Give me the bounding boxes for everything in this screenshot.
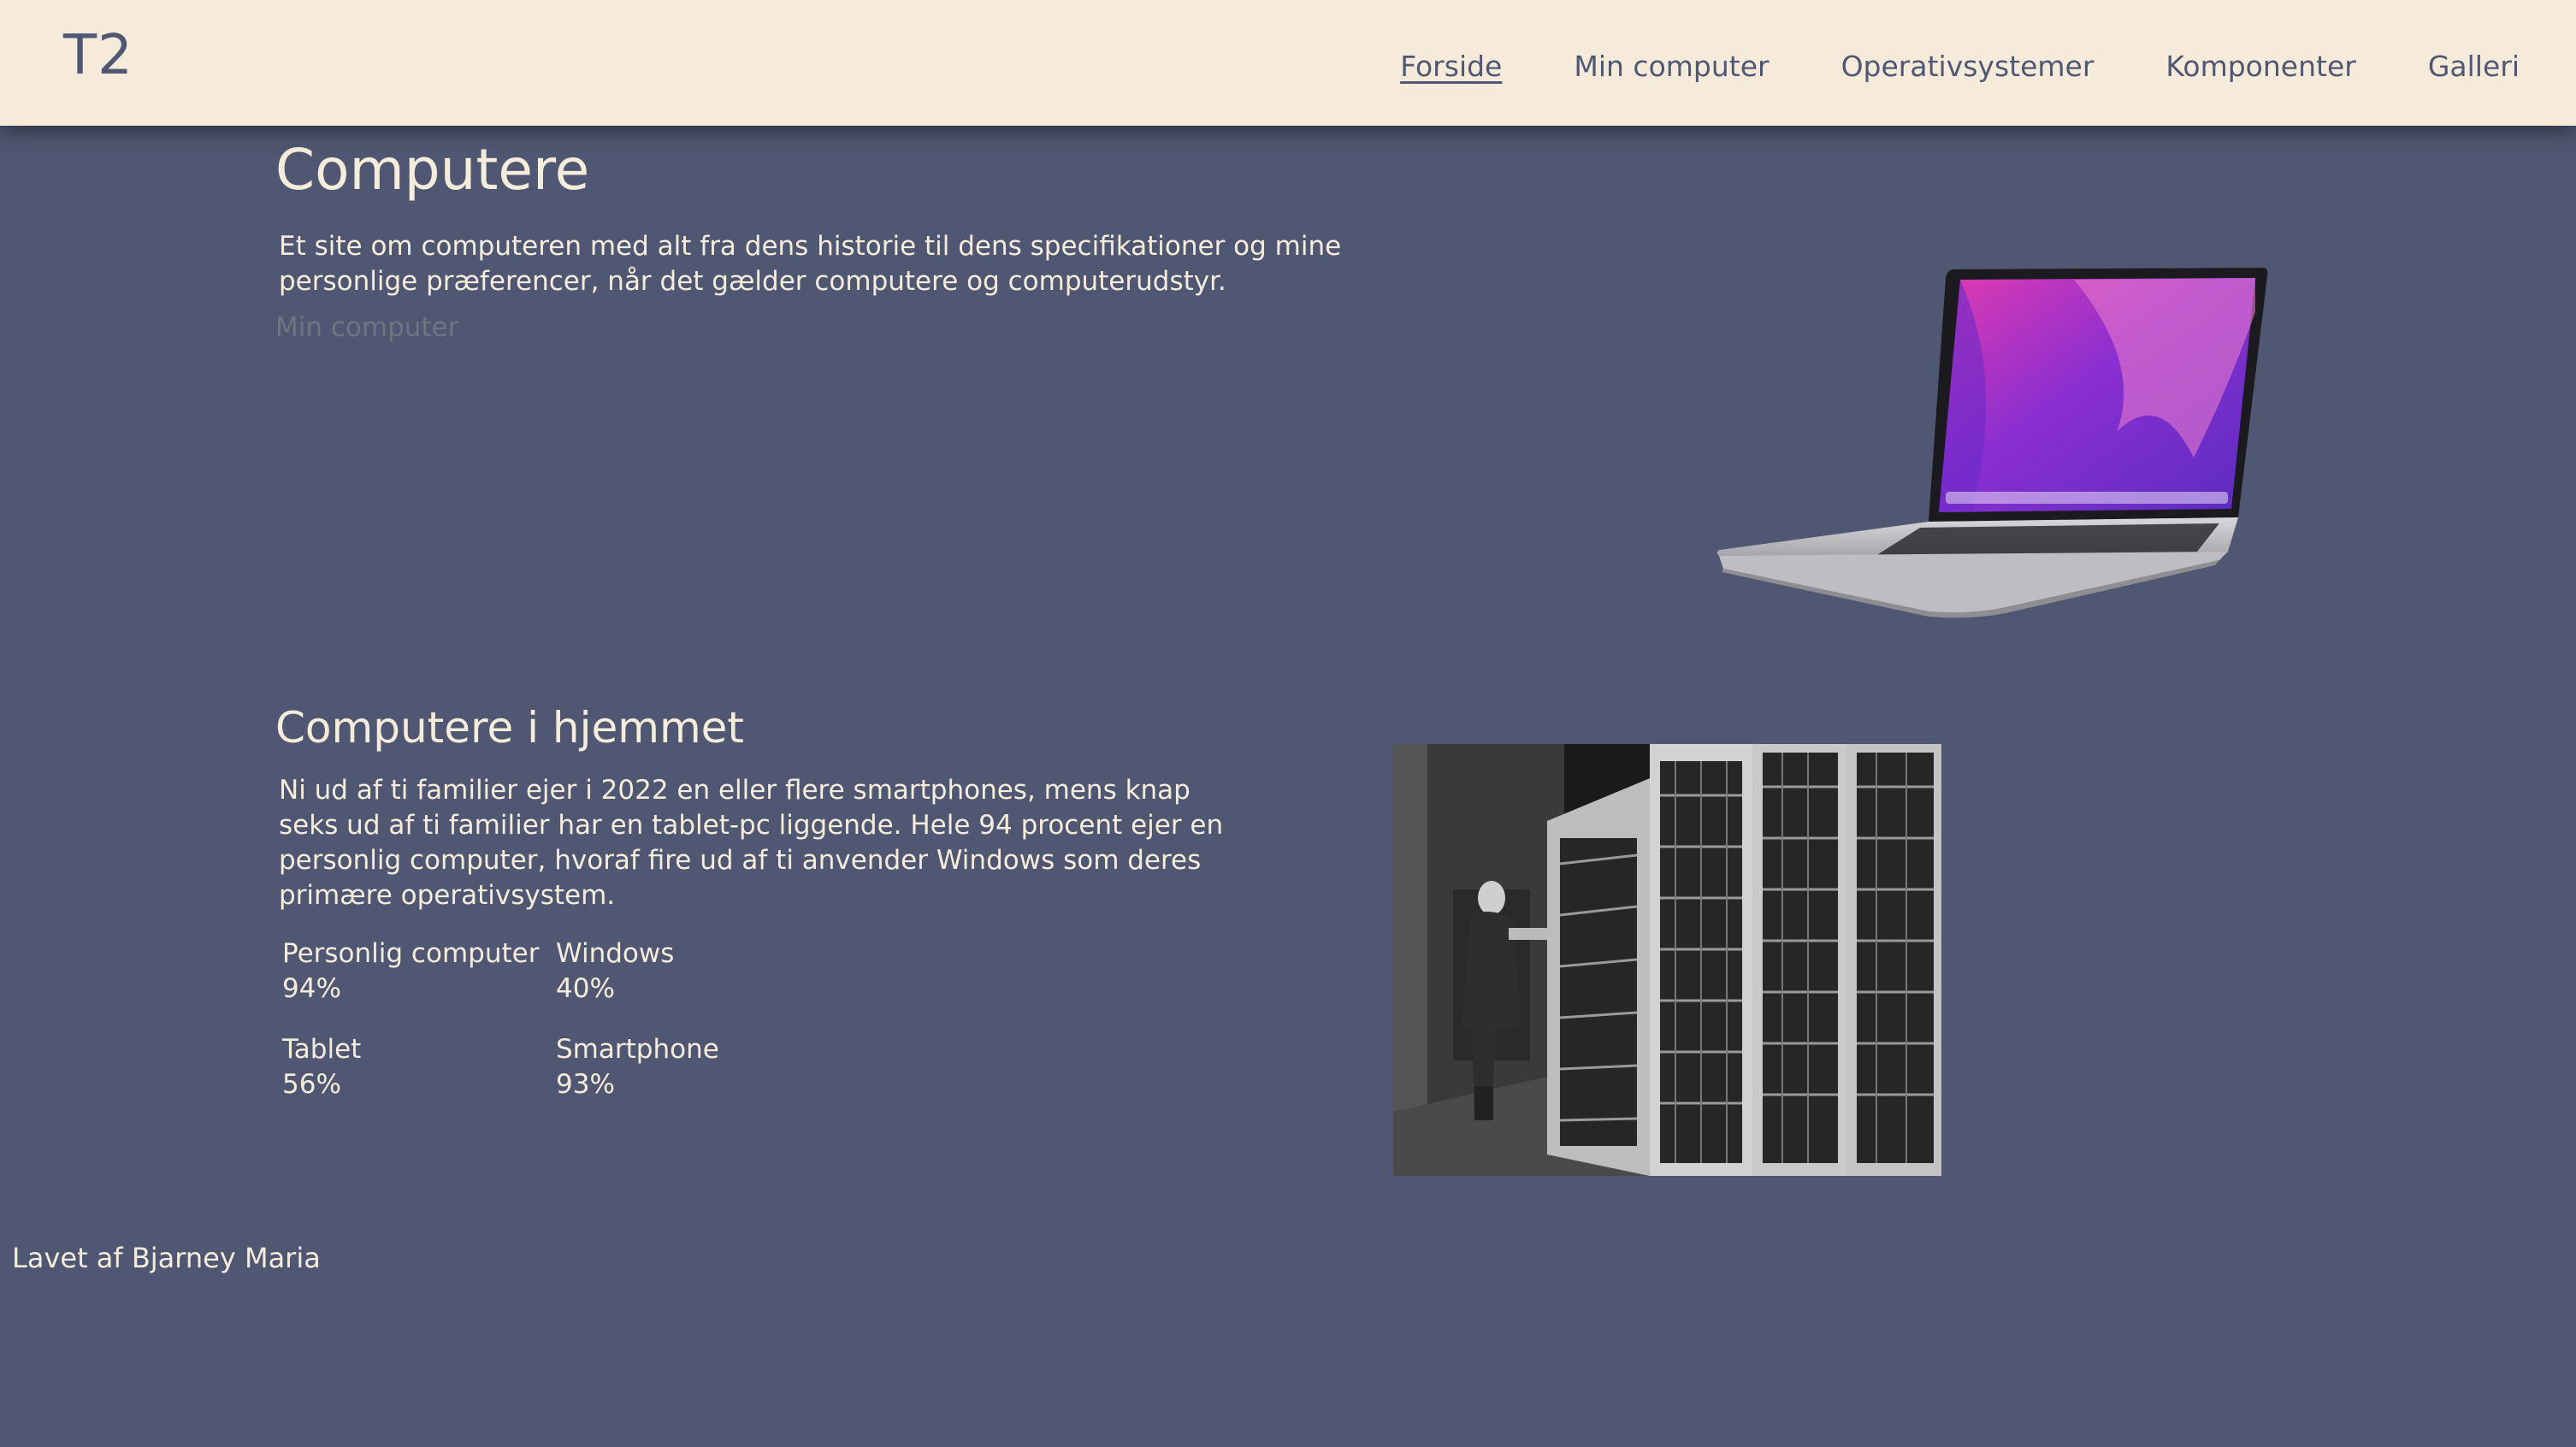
footer-credit: Lavet af Bjarney Maria xyxy=(12,1242,321,1274)
stat-smartphone: Smartphone 93% xyxy=(556,1032,812,1102)
stat-value: 40% xyxy=(556,973,615,1004)
stat-label: Personlig computer xyxy=(282,938,540,969)
section-title-home: Computere i hjemmet xyxy=(275,703,745,753)
stat-windows: Windows 40% xyxy=(556,936,812,1007)
home-paragraph: Ni ud af ti familier ejer i 2022 en elle… xyxy=(279,775,1224,911)
stats-grid: Personlig computer 94% Windows 40% Table… xyxy=(282,936,812,1102)
page-title: Computere xyxy=(275,137,590,203)
site-logo[interactable]: T2 xyxy=(63,24,133,87)
stat-label: Tablet xyxy=(282,1034,362,1065)
nav-link-min-computer[interactable]: Min computer xyxy=(1574,50,1769,83)
stat-value: 56% xyxy=(282,1069,341,1100)
stat-value: 93% xyxy=(556,1069,615,1100)
stat-label: Smartphone xyxy=(556,1034,719,1065)
main-nav: Forside Min computer Operativsystemer Ko… xyxy=(1400,50,2520,83)
stat-value: 94% xyxy=(282,973,341,1004)
nav-link-galleri[interactable]: Galleri xyxy=(2428,50,2520,83)
nav-link-forside[interactable]: Forside xyxy=(1400,50,1502,83)
nav-link-komponenter[interactable]: Komponenter xyxy=(2165,50,2355,83)
laptop-image xyxy=(1716,268,2268,618)
top-navigation-bar: T2 Forside Min computer Operativsystemer… xyxy=(0,0,2576,126)
stat-tablet: Tablet 56% xyxy=(282,1032,556,1102)
intro-text: Et site om computeren med alt fra dens h… xyxy=(279,231,1342,297)
stat-label: Windows xyxy=(556,938,675,969)
vintage-computer-photo xyxy=(1393,744,1941,1176)
min-computer-link[interactable]: Min computer xyxy=(275,312,458,343)
stat-personal-computer: Personlig computer 94% xyxy=(282,936,556,1007)
nav-link-operativsystemer[interactable]: Operativsystemer xyxy=(1841,50,2094,83)
